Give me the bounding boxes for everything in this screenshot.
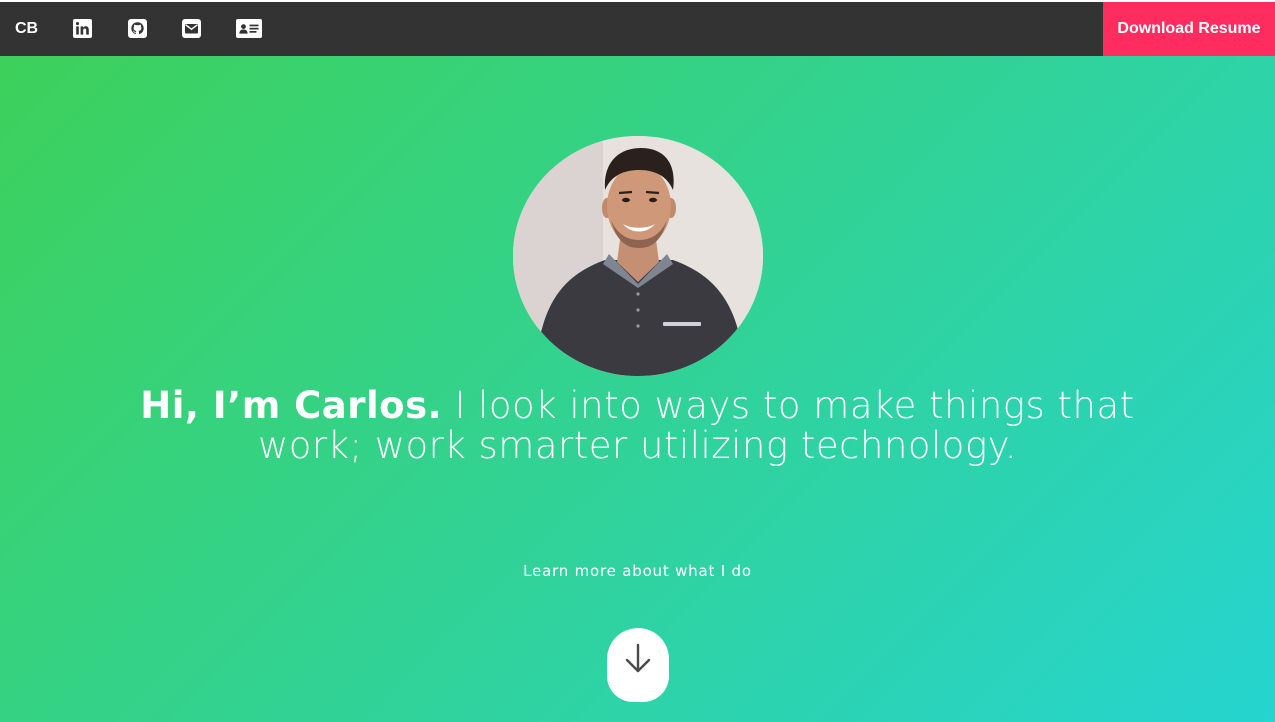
- headline-name: Hi, I’m Carlos.: [140, 384, 443, 427]
- id-card-icon[interactable]: [236, 19, 262, 39]
- download-resume-button[interactable]: Download Resume: [1103, 2, 1275, 56]
- profile-photo: [513, 136, 763, 376]
- github-icon[interactable]: [128, 19, 147, 39]
- headline: Hi, I’m Carlos. I look into ways to make…: [100, 386, 1175, 466]
- arrow-down-icon: [625, 643, 651, 673]
- brand-logo[interactable]: CB: [15, 2, 38, 56]
- hero-section: Hi, I’m Carlos. I look into ways to make…: [0, 56, 1275, 722]
- learn-more-link[interactable]: Learn more about what I do: [0, 562, 1275, 580]
- navbar: CB Download Resume: [0, 2, 1275, 56]
- scroll-down-button[interactable]: [607, 628, 669, 702]
- linkedin-icon[interactable]: [73, 19, 92, 39]
- envelope-icon[interactable]: [182, 19, 201, 39]
